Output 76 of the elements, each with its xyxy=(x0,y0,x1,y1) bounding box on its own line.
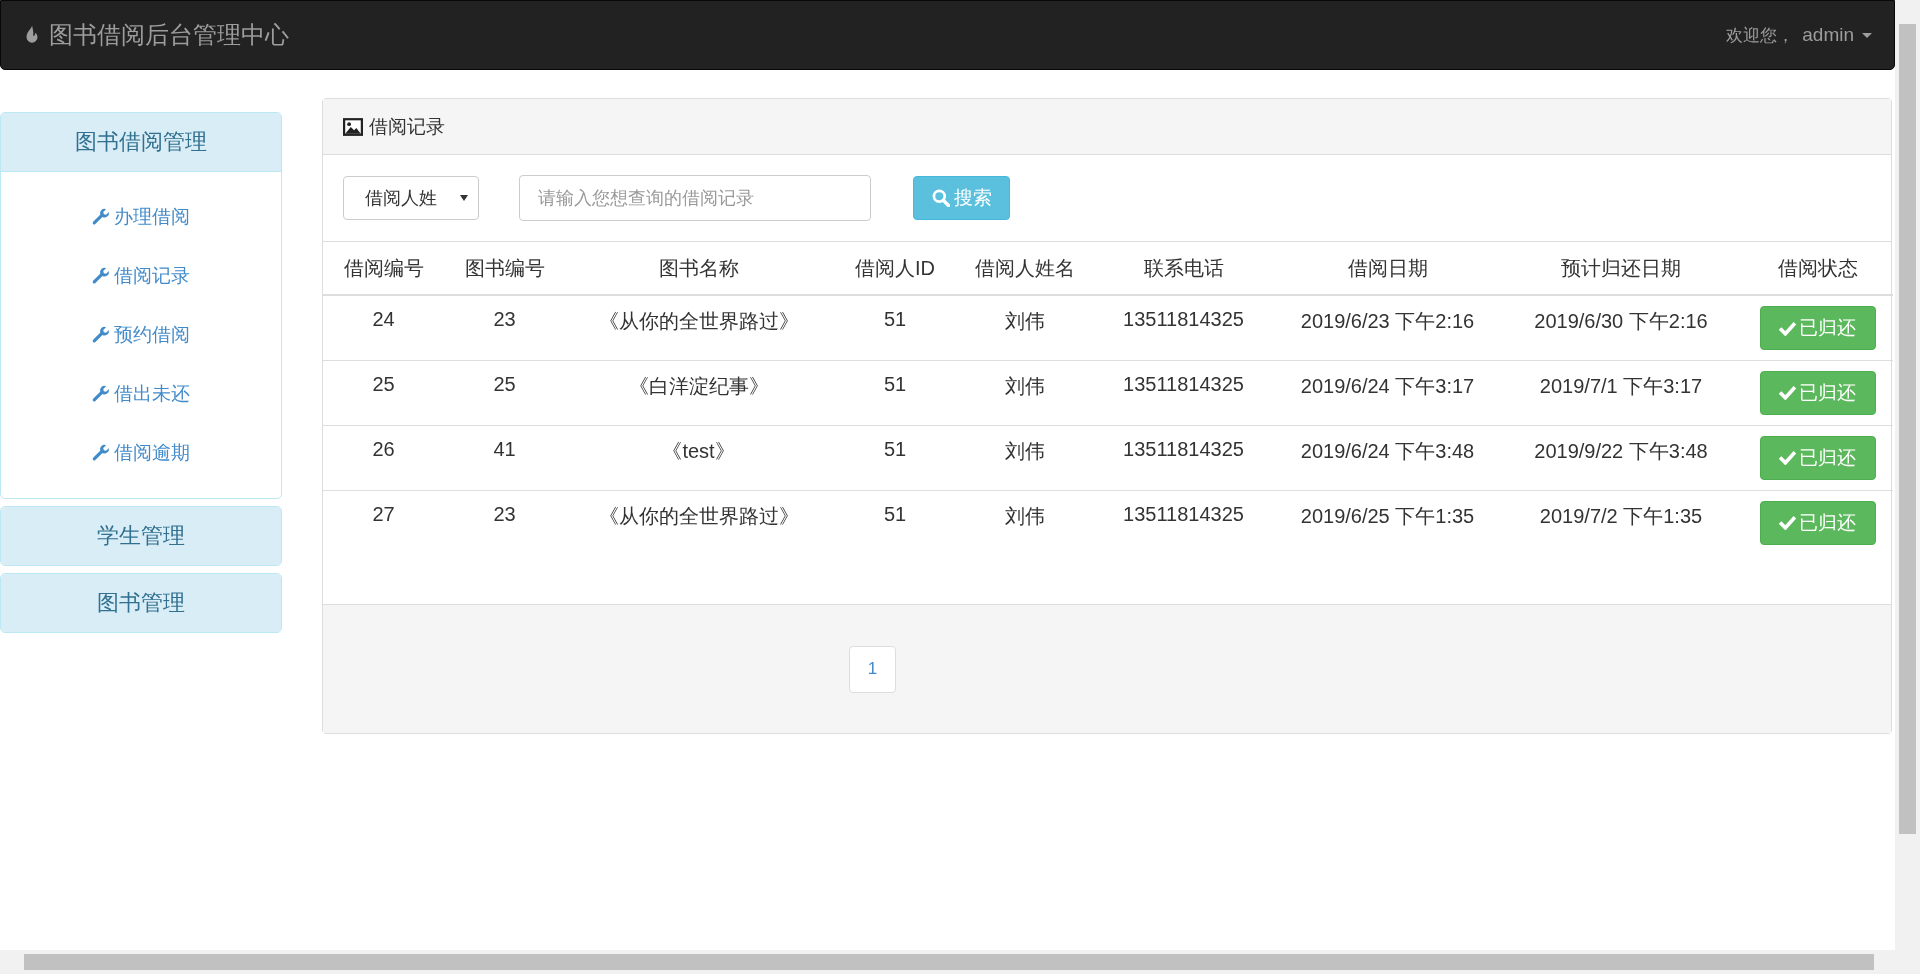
brand-title[interactable]: 图书借阅后台管理中心 xyxy=(49,19,289,51)
table-cell: 23 xyxy=(493,502,516,525)
column-header: 借阅人ID xyxy=(832,242,958,295)
column-header: 借阅状态 xyxy=(1742,242,1893,295)
sidebar-link[interactable]: 借阅记录 xyxy=(92,263,190,289)
table-cell: 《白洋淀纪事》 xyxy=(628,374,769,397)
status-button[interactable]: 已归还 xyxy=(1759,500,1876,545)
horizontal-scrollbar[interactable] xyxy=(0,950,1920,974)
wrench-icon xyxy=(92,326,110,344)
sidebar-group-title[interactable]: 图书管理 xyxy=(1,574,281,632)
table-cell: 刘伟 xyxy=(1005,374,1045,397)
table-cell: 26 xyxy=(372,437,395,460)
panel-title: 借阅记录 xyxy=(369,114,445,139)
table-cell: 《test》 xyxy=(662,439,735,462)
dropdown-arrow-icon xyxy=(460,195,468,201)
sidebar-group-title[interactable]: 学生管理 xyxy=(1,507,281,565)
column-header: 联系电话 xyxy=(1092,242,1275,295)
column-header: 借阅人姓名 xyxy=(958,242,1092,295)
table-cell: 刘伟 xyxy=(1005,310,1045,332)
sidebar-link[interactable]: 办理借阅 xyxy=(92,204,190,230)
table-cell: 《从你的全世界路过》 xyxy=(598,310,799,332)
check-icon xyxy=(1779,320,1796,336)
table-cell: 2019/7/2 下午1:35 xyxy=(1539,504,1703,527)
table-cell: 2019/6/24 下午3:48 xyxy=(1300,439,1475,462)
table-cell: 51 xyxy=(883,502,907,525)
image-icon xyxy=(343,117,363,136)
table-cell: 2019/6/24 下午3:17 xyxy=(1300,374,1475,397)
status-button[interactable]: 已归还 xyxy=(1759,435,1876,480)
check-icon xyxy=(1779,385,1796,400)
table-cell: 13511814325 xyxy=(1123,502,1244,525)
wrench-icon xyxy=(92,208,110,226)
table-cell: 《从你的全世界路过》 xyxy=(598,504,799,527)
page-link[interactable]: 1 xyxy=(849,645,896,693)
column-header: 借阅日期 xyxy=(1275,242,1500,295)
table-cell: 13511814325 xyxy=(1123,372,1244,395)
wrench-icon xyxy=(92,444,110,462)
table-cell: 51 xyxy=(883,372,907,395)
check-icon xyxy=(1779,450,1796,465)
search-field-select[interactable]: 借阅人姓 xyxy=(343,176,479,220)
table-cell: 2019/6/30 下午2:16 xyxy=(1534,310,1708,332)
sidebar-link[interactable]: 借出未还 xyxy=(92,381,190,407)
sidebar-group-title[interactable]: 图书借阅管理 xyxy=(1,113,281,171)
table-cell: 25 xyxy=(372,372,395,395)
table-cell: 2019/9/22 下午3:48 xyxy=(1534,439,1708,462)
column-header: 借阅编号 xyxy=(323,242,444,295)
table-cell: 24 xyxy=(372,308,395,330)
vertical-scrollbar[interactable] xyxy=(1895,0,1920,950)
table-cell: 2019/6/23 下午2:16 xyxy=(1300,310,1475,332)
table-cell: 2019/6/25 下午1:35 xyxy=(1300,504,1475,527)
wrench-icon xyxy=(92,385,110,403)
search-input[interactable]: 请输入您想查询的借阅记录 xyxy=(519,175,871,221)
status-button[interactable]: 已归还 xyxy=(1759,306,1876,350)
table-cell: 27 xyxy=(372,502,395,525)
sidebar-link[interactable]: 预约借阅 xyxy=(92,322,190,348)
table-cell: 41 xyxy=(493,437,516,460)
table-cell: 51 xyxy=(883,437,907,460)
table-cell: 刘伟 xyxy=(1005,504,1045,527)
search-icon xyxy=(931,189,950,207)
column-header: 图书名称 xyxy=(565,242,832,295)
column-header: 预计归还日期 xyxy=(1500,242,1742,295)
column-header: 图书编号 xyxy=(444,242,565,295)
wrench-icon xyxy=(92,267,110,285)
table-cell: 13511814325 xyxy=(1123,437,1244,460)
table-cell: 25 xyxy=(493,372,516,395)
check-icon xyxy=(1779,515,1796,530)
table-cell: 23 xyxy=(493,308,516,330)
table-cell: 51 xyxy=(883,308,907,330)
status-button[interactable]: 已归还 xyxy=(1759,370,1876,415)
table-cell: 13511814325 xyxy=(1123,308,1244,330)
table-cell: 刘伟 xyxy=(1005,439,1045,462)
user-menu[interactable]: admin xyxy=(1802,24,1872,46)
caret-icon xyxy=(1862,32,1872,38)
sidebar-link[interactable]: 借阅逾期 xyxy=(92,440,190,466)
search-button[interactable]: 搜索 xyxy=(913,176,1010,220)
greeting-text: 欢迎您， xyxy=(1726,24,1795,47)
table-cell: 2019/7/1 下午3:17 xyxy=(1539,374,1703,397)
